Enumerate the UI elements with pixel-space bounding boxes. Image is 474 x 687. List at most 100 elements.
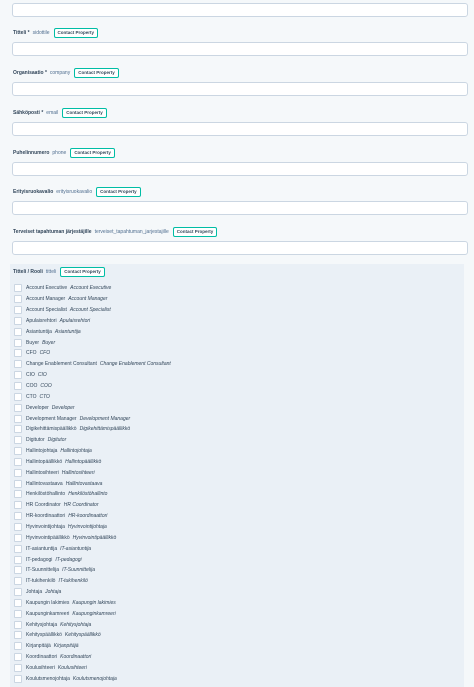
checkbox[interactable] <box>14 663 22 672</box>
checkbox[interactable] <box>14 414 22 423</box>
checkbox[interactable] <box>14 522 22 531</box>
checkbox[interactable] <box>14 577 22 586</box>
checkbox[interactable] <box>14 316 22 325</box>
checkbox[interactable] <box>14 609 22 618</box>
role-option[interactable]: Kaupunginkamreeri Kaupunginkamreeri <box>14 608 454 619</box>
checkbox[interactable] <box>14 425 22 434</box>
option-internal-value: IT-tukihenkilö <box>58 578 88 585</box>
role-option[interactable]: Development Manager Development Manager <box>14 413 454 424</box>
field-label: Sähköposti * <box>13 110 44 116</box>
role-option[interactable]: Kehitysjohtaja Kehitysjohtaja <box>14 619 454 630</box>
role-option[interactable]: Henkilöstöhallinto Henkilöstöhallinto <box>14 489 454 500</box>
option-label: Digikehittämispäällikkö <box>26 426 77 433</box>
role-option[interactable]: Hallintosihteeri Hallintosihteeri <box>14 467 454 478</box>
role-option[interactable]: Hallintovastaava Hallintovastaava <box>14 478 454 489</box>
checkbox[interactable] <box>14 327 22 336</box>
option-internal-value: Kaupungin lakimies <box>72 599 116 606</box>
role-option[interactable]: Hallintopäällikkö Hallintopäällikkö <box>14 457 454 468</box>
checkbox[interactable] <box>14 349 22 358</box>
checkbox[interactable] <box>14 338 22 347</box>
organisaatio-input[interactable] <box>12 82 468 96</box>
checkbox[interactable] <box>14 403 22 412</box>
option-internal-value: CTO <box>39 393 50 400</box>
checkbox[interactable] <box>14 436 22 445</box>
role-option[interactable]: CFO CFO <box>14 348 454 359</box>
role-option[interactable]: Account Specialist Account Specialist <box>14 305 454 316</box>
checkbox[interactable] <box>14 479 22 488</box>
role-option[interactable]: Hyvinvointipäällikkö Hyvinvointipäällikkö <box>14 532 454 543</box>
option-internal-value: Hallintopäällikkö <box>65 458 102 465</box>
option-label: Hallintosihteeri <box>26 469 59 476</box>
option-internal-value: IT-pedagogi <box>55 556 82 563</box>
checkbox[interactable] <box>14 490 22 499</box>
option-internal-value: Kehitysjohtaja <box>60 621 92 628</box>
option-label: Kaupungin lakimies <box>26 599 70 606</box>
checkbox[interactable] <box>14 653 22 662</box>
contact-property-badge: Contact Property <box>62 108 107 118</box>
role-option[interactable]: IT-Suunnittelija IT-Suunnittelija <box>14 565 454 576</box>
checkbox[interactable] <box>14 360 22 369</box>
role-option[interactable]: Account Executive Account Executive <box>14 283 454 294</box>
checkbox[interactable] <box>14 306 22 315</box>
role-option[interactable]: Kaupungin lakimies Kaupungin lakimies <box>14 597 454 608</box>
checkbox[interactable] <box>14 588 22 597</box>
option-internal-value: Hyvinvointipäällikkö <box>72 534 117 541</box>
role-option[interactable]: Buyer Buyer <box>14 337 454 348</box>
checkbox[interactable] <box>14 598 22 607</box>
puhelinnumero-input[interactable] <box>12 162 468 176</box>
checkbox[interactable] <box>14 555 22 564</box>
role-option[interactable]: Kehityspäällikkö Kehityspäällikkö <box>14 630 454 641</box>
role-option[interactable]: CTO CTO <box>14 391 454 402</box>
role-option[interactable]: Asiantuntija Asiantuntija <box>14 326 454 337</box>
role-option[interactable]: IT-pedagogi IT-pedagogi <box>14 554 454 565</box>
titteli-input[interactable] <box>12 42 468 56</box>
checkbox[interactable] <box>14 512 22 521</box>
checkbox[interactable] <box>14 642 22 651</box>
role-option[interactable]: Digikehittämispäällikkö Digikehittämispää… <box>14 424 454 435</box>
checkbox[interactable] <box>14 566 22 575</box>
role-option[interactable]: Johtaja Johtaja <box>14 587 454 598</box>
checkbox[interactable] <box>14 501 22 510</box>
checkbox[interactable] <box>14 295 22 304</box>
checkbox[interactable] <box>14 674 22 683</box>
checkbox[interactable] <box>14 631 22 640</box>
role-option[interactable]: Koordinaattori Koordinaattori <box>14 652 454 663</box>
role-option[interactable]: CIO CIO <box>14 370 454 381</box>
role-option[interactable]: Koulusihteeri Koulusihteeri <box>14 663 454 674</box>
option-label: Hyvinvointijohtaja <box>26 523 65 530</box>
role-option[interactable]: COO COO <box>14 381 454 392</box>
erityisruokavalio-input[interactable] <box>12 201 468 215</box>
option-label: Change Enablement Consultant <box>26 361 97 368</box>
terveiset-input[interactable] <box>12 241 468 255</box>
role-option[interactable]: Koulutsmenojohtaja Koulutsmenojohtaja <box>14 673 454 684</box>
checkbox[interactable] <box>14 457 22 466</box>
role-option[interactable]: IT-tukihenkilö IT-tukihenkilö <box>14 576 454 587</box>
option-label: IT-tukihenkilö <box>26 578 56 585</box>
checkbox[interactable] <box>14 468 22 477</box>
role-option[interactable]: Kirjanpitäjä Kirjanpitäjä <box>14 641 454 652</box>
role-option[interactable]: Change Enablement Consultant Change Enabl… <box>14 359 454 370</box>
role-option[interactable]: HR-koordinaattori HR-koordinaattori <box>14 511 454 522</box>
role-option[interactable]: Apulaisrehtori Apulaisrehtori <box>14 316 454 327</box>
sahkoposti-input[interactable] <box>12 122 468 136</box>
role-option[interactable]: HR Coordinator HR Coordinator <box>14 500 454 511</box>
contact-property-badge: Contact Property <box>53 28 99 38</box>
role-option[interactable]: Hyvinvointijohtaja Hyvinvointijohtaja <box>14 522 454 533</box>
field-header-titteli: Titteli * sidottile Contact Property <box>13 28 99 38</box>
role-option[interactable]: Hallintojohtaja Hallintojohtaja <box>14 446 454 457</box>
checkbox[interactable] <box>14 392 22 401</box>
role-option[interactable]: Digitutor Digitutor <box>14 435 454 446</box>
checkbox[interactable] <box>14 447 22 456</box>
role-option[interactable]: Developer Developer <box>14 402 454 413</box>
checkbox[interactable] <box>14 284 22 293</box>
checkbox[interactable] <box>14 382 22 391</box>
field-header-sahkoposti: Sähköposti * email Contact Property <box>13 108 107 118</box>
checkbox[interactable] <box>14 533 22 542</box>
role-option[interactable]: IT-asiantuntija IT-asiantuntija <box>14 543 454 554</box>
checkbox[interactable] <box>14 371 22 380</box>
previous-field-input[interactable] <box>12 3 468 17</box>
checkbox[interactable] <box>14 544 22 553</box>
option-label: Koordinaattori <box>26 654 58 661</box>
checkbox[interactable] <box>14 620 22 629</box>
role-option[interactable]: Account Manager Account Manager <box>14 294 454 305</box>
